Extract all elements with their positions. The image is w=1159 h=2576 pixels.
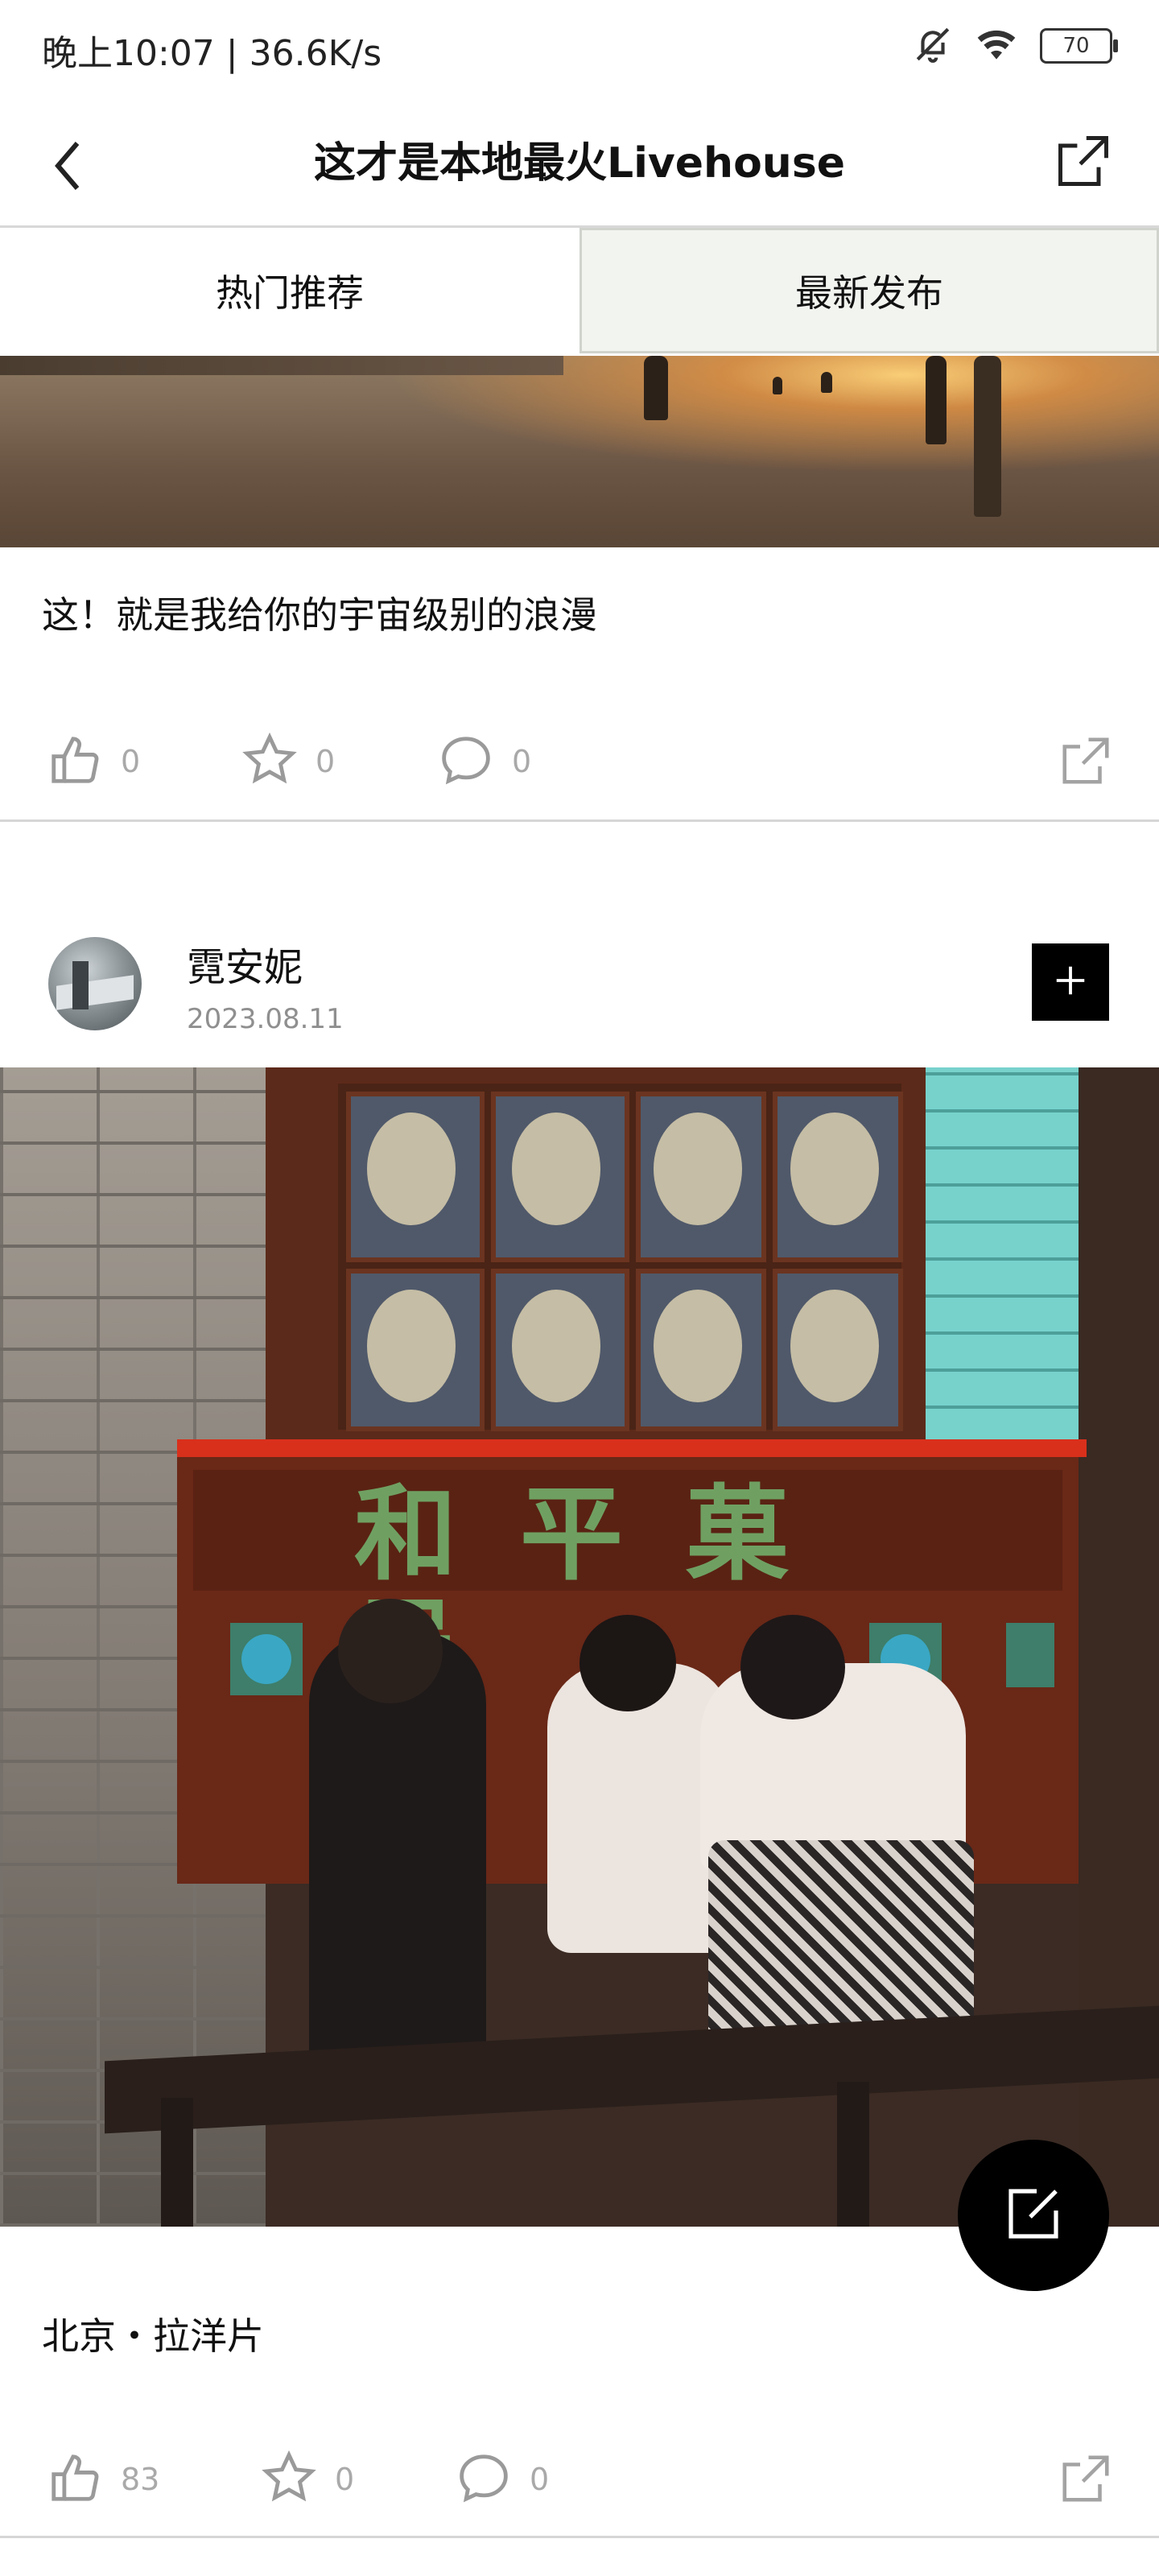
post-image[interactable] — [0, 356, 1159, 547]
comment-button[interactable]: 0 — [456, 2439, 549, 2520]
page-title: 这才是本地最火Livehouse — [313, 139, 846, 188]
comment-icon — [456, 2450, 512, 2509]
comment-icon — [438, 732, 494, 791]
avatar[interactable] — [48, 937, 142, 1030]
post-text: 北京・拉洋片 — [42, 2314, 264, 2358]
post-date: 2023.08.11 — [187, 1003, 344, 1035]
comment-count: 0 — [512, 744, 532, 779]
favorite-button[interactable]: 0 — [261, 2439, 354, 2520]
post-image[interactable]: 和平菓局 — [0, 1067, 1159, 2227]
favorite-button[interactable]: 0 — [241, 721, 335, 802]
share-icon[interactable] — [1053, 130, 1114, 192]
tab-hot-recommend[interactable]: 热门推荐 — [0, 228, 580, 353]
post-actions: 83 0 0 — [0, 2439, 1159, 2536]
comment-button[interactable]: 0 — [438, 721, 531, 802]
battery-icon: 70 — [1040, 28, 1118, 64]
divider — [0, 819, 1159, 822]
share-icon[interactable] — [1058, 733, 1114, 789]
favorite-count: 0 — [316, 744, 336, 779]
author-name[interactable]: 霓安妮 — [187, 935, 303, 992]
star-icon — [241, 732, 298, 791]
compose-button[interactable] — [958, 2140, 1109, 2291]
like-button[interactable]: 83 — [47, 2439, 159, 2520]
share-icon[interactable] — [1058, 2450, 1114, 2507]
divider — [0, 2536, 1159, 2538]
tab-bar: 热门推荐 最新发布 — [0, 225, 1159, 358]
tab-latest-release[interactable]: 最新发布 — [580, 228, 1159, 353]
like-count: 83 — [121, 2462, 160, 2497]
thumbs-up-icon — [47, 732, 103, 791]
status-time-speed: 晚上10:07 | 36.6K/s — [42, 33, 382, 74]
star-icon — [261, 2450, 317, 2509]
like-count: 0 — [121, 744, 141, 779]
post-text: 这！就是我给你的宇宙级别的浪漫 — [42, 593, 597, 637]
edit-icon — [1001, 2182, 1066, 2249]
wifi-icon — [974, 24, 1019, 68]
shop-sign: 和平菓局 — [354, 1474, 852, 1703]
favorite-count: 0 — [335, 2462, 355, 2497]
post-actions: 0 0 0 — [0, 721, 1159, 818]
status-bar: 晚上10:07 | 36.6K/s 70 — [0, 0, 1159, 97]
thumbs-up-icon — [47, 2450, 103, 2509]
battery-level: 70 — [1062, 34, 1090, 58]
bell-off-icon — [913, 24, 953, 68]
plus-icon — [1052, 962, 1089, 1002]
like-button[interactable]: 0 — [47, 721, 140, 802]
follow-button[interactable] — [1032, 943, 1109, 1021]
status-icons: 70 — [913, 24, 1118, 68]
chevron-left-icon[interactable] — [45, 134, 93, 198]
comment-count: 0 — [530, 2462, 550, 2497]
nav-bar: 这才是本地最火Livehouse — [0, 97, 1159, 225]
